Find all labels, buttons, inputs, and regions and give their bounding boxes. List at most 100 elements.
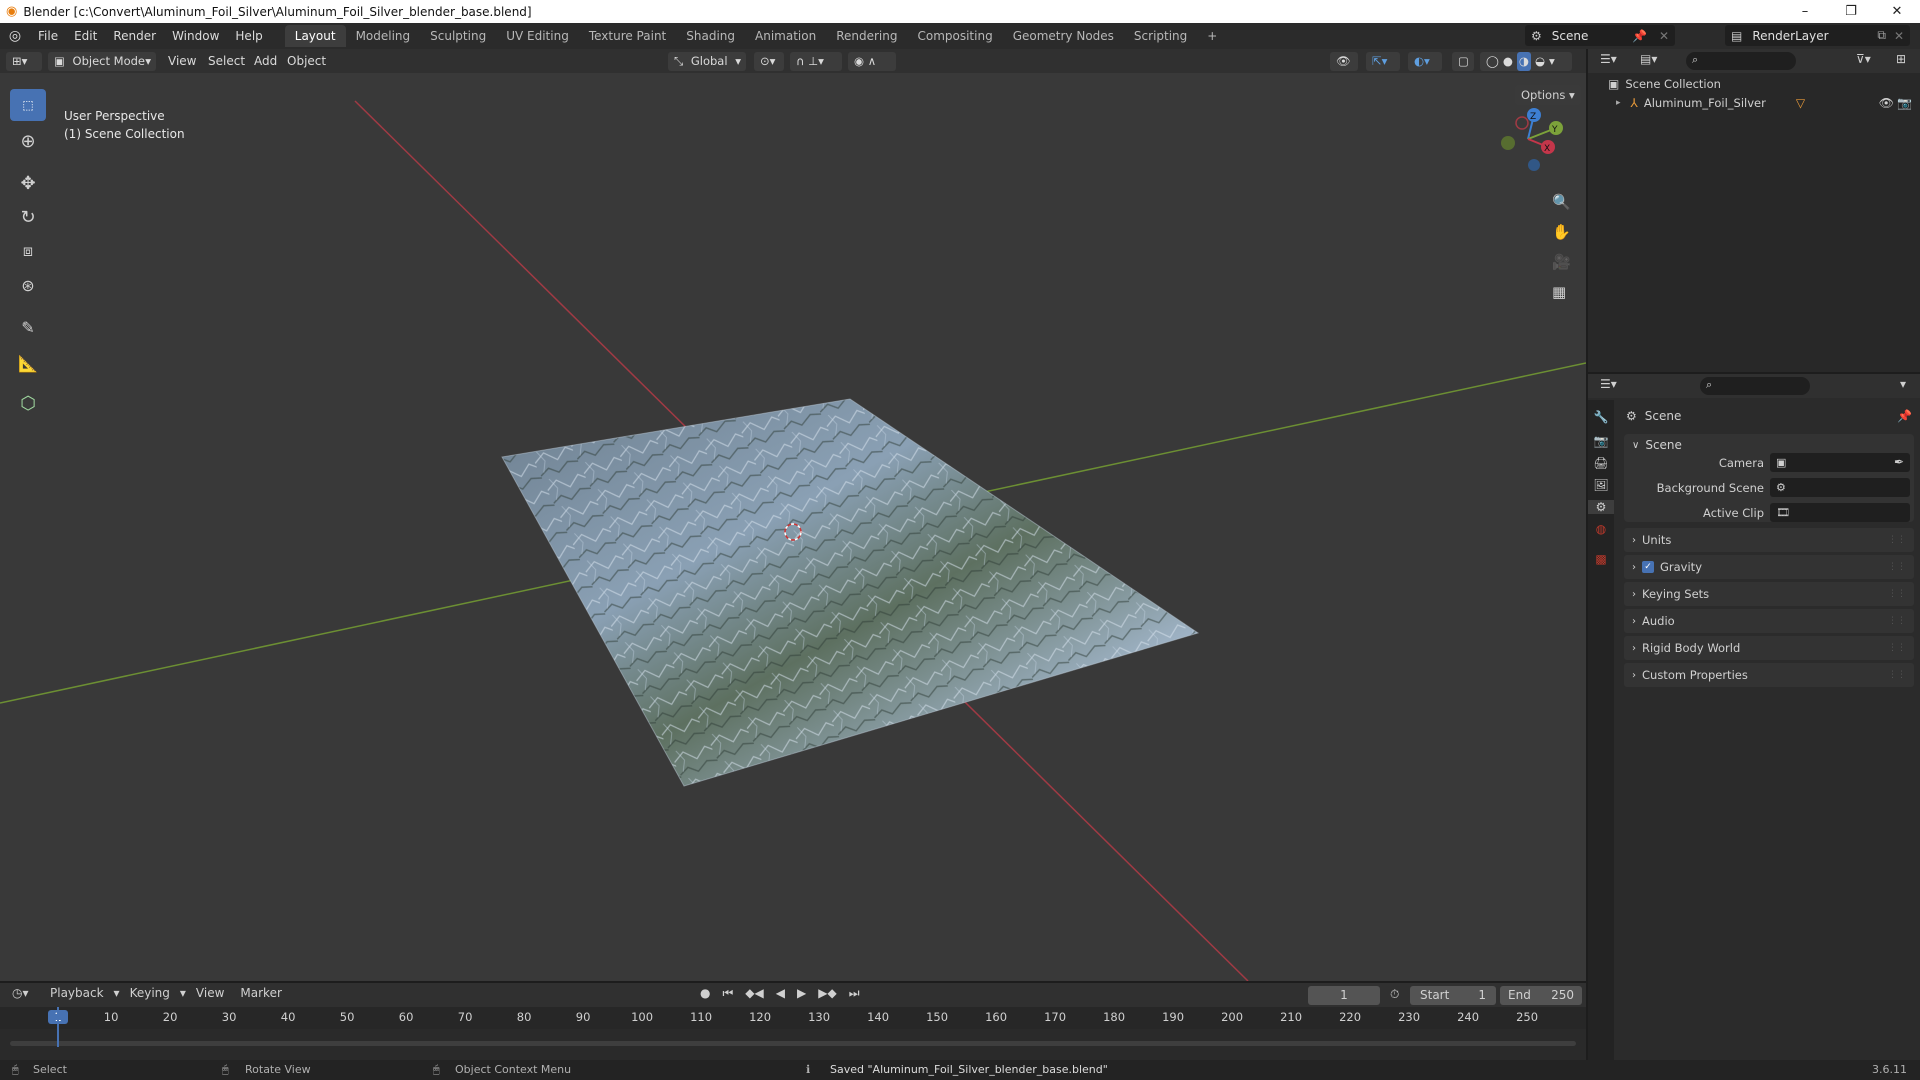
menu-file[interactable]: File	[30, 25, 66, 47]
transform-tool[interactable]: ⊛	[10, 269, 46, 301]
timeline-menu-keying[interactable]: Keying	[124, 986, 176, 1000]
tab-geometry-nodes[interactable]: Geometry Nodes	[1003, 25, 1124, 47]
playhead[interactable]	[57, 1007, 59, 1047]
tab-rendering[interactable]: Rendering	[826, 25, 907, 47]
rotate-tool[interactable]: ↻	[10, 201, 46, 233]
3d-viewport[interactable]: User Perspective (1) Scene Collection Op…	[0, 73, 1586, 981]
visibility-button[interactable]: 👁▾	[1330, 52, 1358, 87]
gravity-checkbox[interactable]: ✓	[1642, 561, 1654, 573]
subpanel-audio[interactable]: › Audio ⋮⋮	[1624, 609, 1914, 633]
play-reverse-icon[interactable]: ◀	[776, 986, 785, 1001]
prev-keyframe-icon[interactable]: ◆◀	[745, 986, 763, 1001]
filter-icon[interactable]: ⊽▾	[1856, 52, 1871, 66]
xray-button[interactable]: ▢	[1452, 52, 1474, 71]
move-tool[interactable]: ✥	[10, 167, 46, 199]
transform-orientation-dropdown[interactable]: ⤡ Global ▾	[668, 52, 746, 71]
field-input[interactable]: 🎞	[1770, 503, 1910, 522]
field-input[interactable]: ⚙	[1770, 478, 1910, 497]
clock-icon[interactable]: ⏱	[1390, 987, 1399, 1002]
menu-add[interactable]: Add	[254, 52, 277, 71]
menu-edit[interactable]: Edit	[66, 25, 105, 47]
display-mode-icon[interactable]: ▤▾	[1640, 52, 1657, 66]
tab-shading[interactable]: Shading	[676, 25, 745, 47]
start-frame-field[interactable]: Start 1	[1410, 986, 1496, 1005]
timeline-scrollbar[interactable]	[10, 1041, 1576, 1046]
pin-icon[interactable]: 📌	[1632, 29, 1647, 43]
editor-type-button[interactable]: ⊞▾	[6, 52, 42, 71]
drag-handle-icon[interactable]: ⋮⋮	[1888, 616, 1906, 626]
pan-hand-icon[interactable]: ✋	[1552, 223, 1571, 241]
outliner-item[interactable]: ▸ ⅄ Aluminum_Foil_Silver ▽ 👁 📷	[1616, 96, 1916, 110]
close-icon[interactable]: ✕	[1894, 29, 1904, 43]
view-layer-tab-icon[interactable]: 🖼	[1588, 478, 1614, 492]
pin-icon[interactable]: 📌	[1897, 409, 1912, 423]
menu-view[interactable]: View	[168, 52, 196, 71]
subpanel-units[interactable]: › Units ⋮⋮	[1624, 528, 1914, 552]
tab-modeling[interactable]: Modeling	[346, 25, 421, 47]
camera-view-icon[interactable]: 🎥	[1552, 253, 1571, 271]
end-frame-field[interactable]: End 250	[1500, 986, 1582, 1005]
timeline-track[interactable]	[0, 1029, 1586, 1060]
scene-panel-header[interactable]: ∨ Scene	[1632, 438, 1682, 452]
outliner-root[interactable]: ▣ Scene Collection	[1608, 77, 1721, 91]
next-keyframe-icon[interactable]: ▶◆	[818, 986, 836, 1001]
tab-texture-paint[interactable]: Texture Paint	[579, 25, 676, 47]
world-tab-icon[interactable]: ◍	[1588, 522, 1614, 536]
material-shading-icon[interactable]: ◑	[1516, 52, 1531, 71]
current-frame-field[interactable]: 1	[1308, 986, 1380, 1005]
gizmo-toggle-button[interactable]: ⇱▾	[1366, 52, 1400, 71]
overlay-toggle-button[interactable]: ◐▾	[1408, 52, 1442, 71]
maximize-button[interactable]: ❐	[1828, 0, 1874, 23]
timeline-menu-marker[interactable]: Marker	[234, 986, 287, 1000]
menu-help[interactable]: Help	[227, 25, 270, 47]
tab-uv-editing[interactable]: UV Editing	[496, 25, 579, 47]
proportional-edit-button[interactable]: ◉ ∧	[848, 52, 896, 71]
eye-icon[interactable]: 👁	[1879, 96, 1894, 110]
record-icon[interactable]: ●	[700, 986, 710, 1001]
outliner-editor-icon[interactable]: ☰▾	[1600, 52, 1617, 66]
subpanel-keying-sets[interactable]: › Keying Sets ⋮⋮	[1624, 582, 1914, 606]
scene-selector[interactable]: ⚙ Scene 📌 ✕	[1525, 25, 1675, 46]
snap-button[interactable]: ∩ ⊥▾	[790, 52, 842, 71]
play-icon[interactable]: ▶	[797, 986, 806, 1001]
tab-animation[interactable]: Animation	[745, 25, 826, 47]
drag-handle-icon[interactable]: ⋮⋮	[1888, 643, 1906, 653]
blender-menu-icon[interactable]: ◎	[0, 28, 30, 44]
output-tab-icon[interactable]: 🖨	[1588, 456, 1614, 470]
pivot-point-button[interactable]: ⊙▾	[754, 52, 784, 71]
ortho-grid-icon[interactable]: ▦	[1552, 283, 1566, 301]
timeline-menu-view[interactable]: View	[190, 986, 230, 1000]
chevron-down-icon[interactable]: ▾	[1900, 377, 1906, 391]
jump-end-icon[interactable]: ⏭	[849, 986, 860, 1001]
tab-sculpting[interactable]: Sculpting	[420, 25, 496, 47]
properties-editor-icon[interactable]: ☰▾	[1600, 377, 1617, 391]
texture-tab-icon[interactable]: ▩	[1588, 552, 1614, 566]
drag-handle-icon[interactable]: ⋮⋮	[1888, 670, 1906, 680]
menu-object[interactable]: Object	[287, 52, 326, 71]
eyedropper-icon[interactable]: ✒	[1894, 453, 1904, 472]
rendered-shading-icon[interactable]: ◒	[1535, 52, 1545, 71]
jump-start-icon[interactable]: ⏮	[722, 986, 733, 1001]
render-layer-selector[interactable]: ▤ RenderLayer ⧉ ✕	[1725, 25, 1910, 46]
timeline-editor-icon[interactable]: ◷▾	[12, 986, 29, 1000]
tab-layout[interactable]: Layout	[284, 25, 346, 47]
menu-window[interactable]: Window	[164, 25, 227, 47]
annotate-tool[interactable]: ✎	[10, 311, 46, 343]
chevron-down-icon[interactable]: ▾	[1549, 52, 1555, 71]
field-input[interactable]: ▣ ✒	[1770, 453, 1910, 472]
properties-search-input[interactable]: ⌕	[1700, 377, 1810, 395]
new-collection-icon[interactable]: ⊞	[1896, 52, 1906, 66]
drag-handle-icon[interactable]: ⋮⋮	[1888, 535, 1906, 545]
expand-arrow-icon[interactable]: ▸	[1616, 98, 1621, 108]
timeline-ruler[interactable]: 1102030405060708090100110120130140150160…	[0, 1007, 1586, 1029]
subpanel-rigid-body-world[interactable]: › Rigid Body World ⋮⋮	[1624, 636, 1914, 660]
add-workspace-button[interactable]: +	[1197, 25, 1227, 47]
zoom-icon[interactable]: 🔍	[1552, 193, 1571, 211]
render-tab-icon[interactable]: 📷	[1588, 434, 1614, 448]
cursor-tool[interactable]: ⊕	[10, 125, 46, 157]
mode-dropdown[interactable]: ▣ Object Mode ▾	[48, 52, 156, 71]
drag-handle-icon[interactable]: ⋮⋮	[1888, 562, 1906, 572]
foil-object[interactable]	[501, 398, 1200, 787]
subpanel-gravity[interactable]: › ✓ Gravity ⋮⋮	[1624, 555, 1914, 579]
drag-handle-icon[interactable]: ⋮⋮	[1888, 589, 1906, 599]
